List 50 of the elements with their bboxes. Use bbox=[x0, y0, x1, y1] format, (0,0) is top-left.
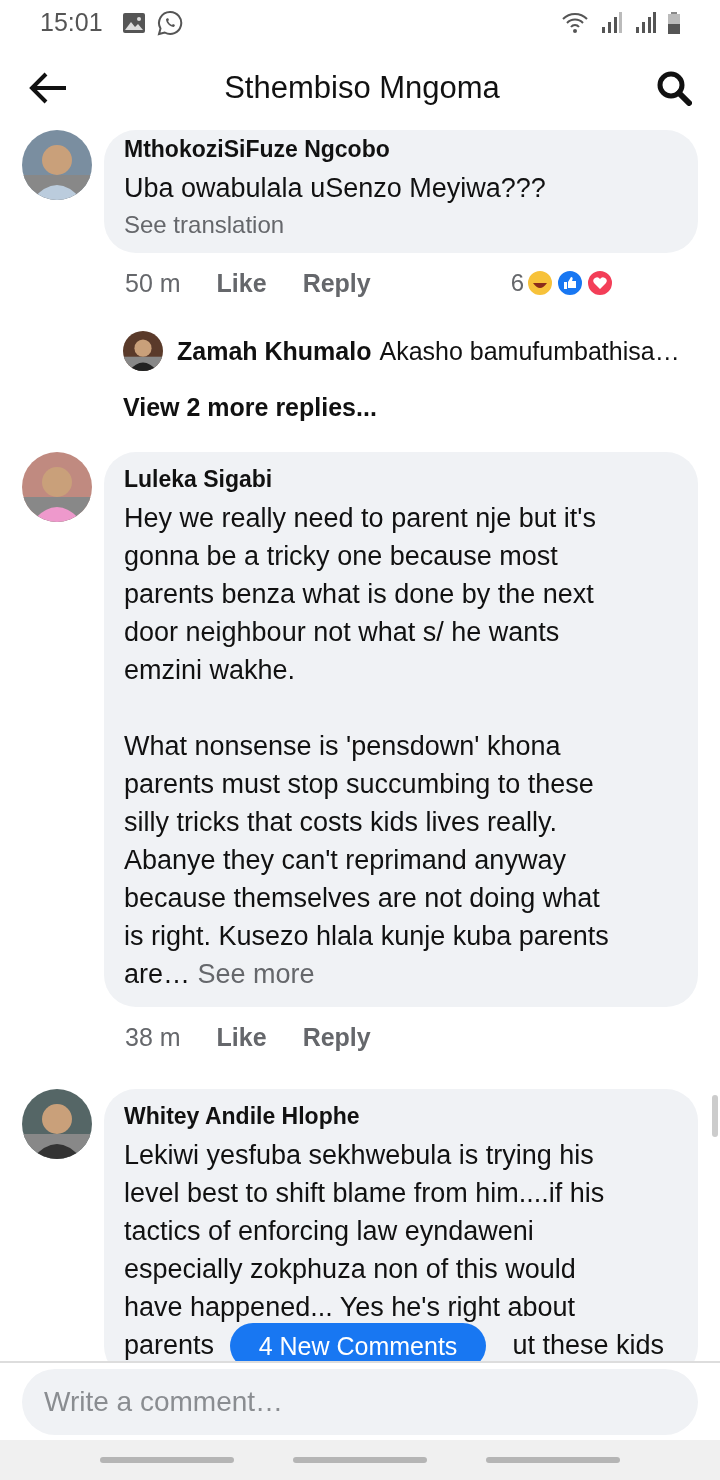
comment-time: 50 m bbox=[125, 268, 181, 298]
comment-text: emzini wakhe. bbox=[124, 654, 297, 687]
page-title: Sthembiso Mngoma bbox=[223, 69, 501, 106]
comment-text: especially zokphuza non of this would bbox=[124, 1253, 577, 1286]
new-comments-button[interactable]: 4 New Comments bbox=[230, 1323, 486, 1361]
author-name[interactable]: Whitey Andile Hlophe bbox=[124, 1103, 678, 1130]
back-arrow-icon[interactable] bbox=[28, 70, 68, 105]
image-icon bbox=[122, 12, 145, 33]
comment-text: parents benza what is done by the next bbox=[124, 578, 595, 611]
comment-text: Lekiwi yesfuba sekhwebula is trying his bbox=[124, 1139, 595, 1172]
comment-text: silly tricks that costs kids lives really. bbox=[124, 806, 559, 839]
like-link[interactable]: Like bbox=[216, 1022, 267, 1052]
author-name[interactable]: Luleka Sigabi bbox=[124, 466, 678, 493]
comment-time: 38 m bbox=[125, 1022, 181, 1052]
signal-icon bbox=[634, 11, 656, 34]
comment-text: parents must stop succumbing to these bbox=[124, 768, 595, 801]
comment-text: parents bbox=[124, 1329, 215, 1361]
wifi-icon bbox=[562, 11, 588, 34]
view-more-replies-link[interactable]: View 2 more replies... bbox=[123, 393, 698, 422]
comment-field[interactable]: Write a comment… bbox=[22, 1368, 698, 1435]
comment-text: door neighbour not what s/ he wants bbox=[124, 616, 561, 649]
comment-text: ut these kids bbox=[512, 1329, 664, 1361]
comment-text: have happened... Yes he's right about bbox=[124, 1291, 577, 1324]
reply-text: Akasho bamufumbathisa… bbox=[379, 336, 680, 366]
reply-author[interactable]: Zamah Khumalo bbox=[177, 336, 372, 366]
signal-icon bbox=[600, 11, 622, 34]
comment-text: level best to shift blame from him....if his bbox=[124, 1177, 606, 1210]
comment-text: Hey we really need to parent nje but it's bbox=[124, 502, 597, 535]
see-translation-link[interactable]: See translation bbox=[124, 211, 285, 239]
comment-text: What nonsense is 'pensdown' khona bbox=[124, 730, 562, 763]
laughing-emoji-icon bbox=[526, 269, 554, 297]
thumbs-up-icon bbox=[556, 269, 584, 297]
chat-bubble-icon bbox=[156, 9, 183, 36]
reply-link[interactable]: Reply bbox=[302, 1022, 371, 1052]
comment-text: tactics of enforcing law eyndaweni bbox=[124, 1215, 535, 1248]
author-name[interactable]: MthokoziSiFuze Ngcobo bbox=[124, 136, 678, 163]
reply-link[interactable]: Reply bbox=[302, 268, 371, 298]
battery-icon bbox=[668, 11, 680, 34]
scroll-indicator bbox=[712, 1095, 718, 1137]
see-more-link[interactable]: See more bbox=[197, 959, 315, 989]
comment-text: Uba owabulala uSenzo Meyiwa??? bbox=[124, 172, 547, 205]
comment-text: because themselves are not doing what bbox=[124, 882, 601, 915]
comment-text: gonna be a tricky one because most bbox=[124, 540, 559, 573]
like-link[interactable]: Like bbox=[216, 268, 267, 298]
comment-text: are… See more bbox=[124, 958, 316, 991]
reaction-count: 6 bbox=[510, 269, 524, 297]
search-icon[interactable] bbox=[656, 69, 692, 106]
comment-text: is right. Kusezo hlala kunje kuba parents bbox=[124, 920, 610, 953]
comment-text: Abanye they can't reprimand anyway bbox=[124, 844, 567, 877]
status-time: 15:01 bbox=[40, 8, 103, 37]
